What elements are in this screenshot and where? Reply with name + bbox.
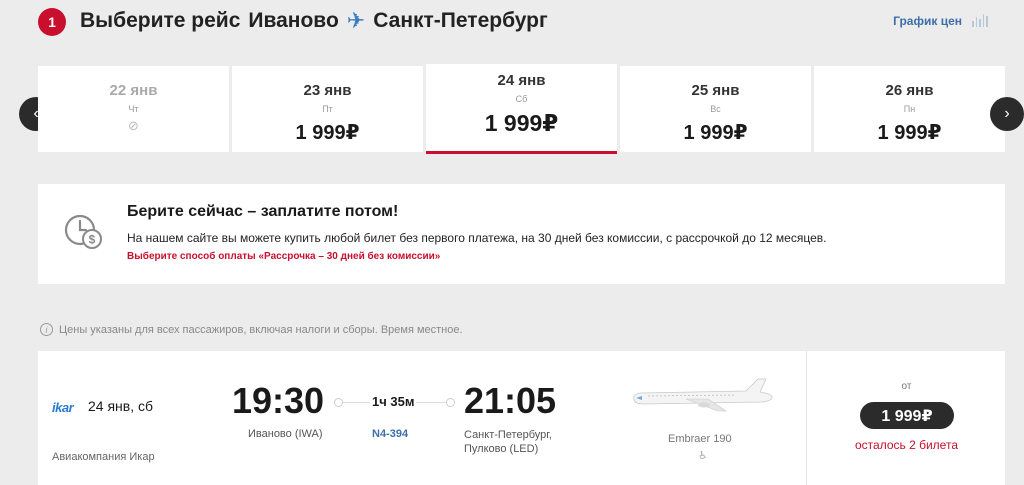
departure-airport: Иваново (IWA) (248, 428, 323, 440)
seats-left: осталось 2 билета (854, 438, 958, 452)
date-card-24[interactable]: 24 янв Сб 1 999₽ (426, 64, 617, 154)
arrival-airport: Пулково (LED) (464, 443, 539, 455)
installment-link[interactable]: Выберите способ оплаты «Рассрочка – 30 д… (127, 251, 440, 262)
date-selector: 22 янв Чт ⊘ 23 янв Пт 1 999₽ 24 янв Сб 1… (38, 64, 1005, 154)
date-card-22: 22 янв Чт ⊘ (38, 66, 229, 152)
to-city: Санкт-Петербург (373, 9, 548, 32)
date-price: 1 999₽ (683, 122, 748, 144)
chevron-right-icon: › (1004, 105, 1010, 122)
date-card-26[interactable]: 26 янв Пн 1 999₽ (814, 66, 1005, 152)
day-label: Чт (128, 104, 139, 114)
date-label: 26 янв (885, 82, 934, 99)
date-label: 22 янв (109, 82, 158, 99)
price-chart-link[interactable]: График цен (893, 14, 962, 28)
svg-text:$: $ (89, 233, 96, 247)
date-price: 1 999₽ (877, 122, 942, 144)
date-label: 24 янв (497, 72, 546, 89)
promo-text: На нашем сайте вы можете купить любой би… (127, 231, 827, 245)
day-label: Сб (515, 94, 528, 104)
date-price: 1 999₽ (295, 122, 360, 144)
page-title: Выберите рейс Иваново ✈ Санкт-Петербург (80, 8, 548, 34)
info-icon: i (40, 323, 53, 336)
route-end-dot (446, 398, 455, 407)
installment-promo: $ Берите сейчас – заплатите потом! На на… (38, 184, 1005, 284)
flight-number[interactable]: N4-394 (372, 428, 408, 440)
promo-title: Берите сейчас – заплатите потом! (127, 203, 399, 220)
from-label: от (901, 381, 912, 392)
aircraft-model: Embraer 190 (668, 433, 732, 445)
price-note: i Цены указаны для всех пассажиров, вклю… (40, 323, 463, 336)
plane-icon: ✈ (346, 8, 366, 33)
fare-column: от 1 999₽ осталось 2 билета (806, 351, 1005, 485)
flight-date: 24 янв, сб (88, 398, 154, 414)
date-label: 23 янв (303, 82, 352, 99)
page-header: 1 Выберите рейс Иваново ✈ Санкт-Петербур… (0, 0, 1024, 44)
date-card-23[interactable]: 23 янв Пт 1 999₽ (232, 66, 423, 152)
date-label: 25 янв (691, 82, 740, 99)
step-badge: 1 (38, 8, 66, 36)
airline-name: Авиакомпания Икар (52, 451, 155, 463)
seat-icon: ♿ (698, 450, 708, 462)
select-fare-button[interactable]: 1 999₽ (860, 402, 954, 429)
date-price: 1 999₽ (484, 110, 559, 136)
arrival-time: 21:05 (464, 380, 557, 421)
flight-duration: 1ч 35м (370, 394, 417, 409)
departure-time: 19:30 (232, 380, 325, 421)
aircraft-image (633, 378, 773, 412)
arrival-airport-block: Санкт-Петербург, Пулково (LED) (464, 428, 552, 456)
route-start-dot (334, 398, 343, 407)
day-label: Пт (322, 104, 333, 114)
from-city: Иваново (248, 9, 339, 32)
next-dates-button[interactable]: › (990, 97, 1024, 131)
unavailable-icon: ⊘ (128, 118, 139, 133)
date-card-25[interactable]: 25 янв Вс 1 999₽ (620, 66, 811, 152)
clock-dollar-icon: $ (64, 214, 102, 249)
price-note-text: Цены указаны для всех пассажиров, включа… (59, 323, 463, 336)
day-label: Вс (710, 104, 721, 114)
bar-chart-icon[interactable] (972, 13, 988, 27)
airline-logo: ikar (52, 400, 74, 415)
day-label: Пн (903, 104, 916, 114)
arrival-city: Санкт-Петербург, (464, 429, 552, 441)
title-prefix: Выберите рейс (80, 9, 241, 32)
flight-card[interactable]: ikar 24 янв, сб Авиакомпания Икар 19:30 … (38, 351, 1005, 485)
